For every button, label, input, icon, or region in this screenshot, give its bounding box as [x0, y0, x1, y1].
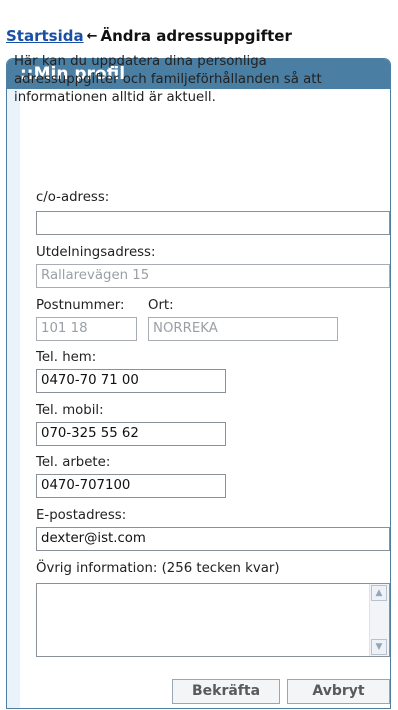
page-title: Ändra adressuppgifter	[100, 27, 292, 45]
arrow-left-icon: ←	[86, 29, 98, 44]
tel-mobile-input[interactable]: 070-325 55 62	[36, 422, 226, 446]
scroll-up-icon[interactable]: ▲	[371, 585, 387, 601]
email-input[interactable]: dexter@ist.com	[36, 527, 390, 551]
breadcrumb-home-link[interactable]: Startsida	[6, 27, 84, 45]
tel-mobile-label: Tel. mobil:	[36, 403, 104, 418]
tel-home-input[interactable]: 0470-70 71 00	[36, 369, 226, 393]
textarea-scrollbar[interactable]: ▲ ▼	[369, 584, 389, 656]
co-address-input[interactable]	[36, 211, 390, 235]
other-info-textarea[interactable]: ▲ ▼	[36, 583, 390, 657]
tel-work-input[interactable]: 0470-707100	[36, 474, 226, 498]
postal-code-input[interactable]: 101 18	[36, 317, 137, 341]
co-address-label: c/o-adress:	[36, 190, 110, 205]
breadcrumb: Startsida ← Ändra adressuppgifter	[6, 27, 292, 45]
city-label: Ort:	[148, 298, 174, 313]
postal-code-label: Postnummer:	[36, 298, 125, 313]
cancel-button[interactable]: Avbryt	[287, 679, 390, 704]
confirm-button[interactable]: Bekräfta	[172, 679, 280, 704]
street-address-label: Utdelningsadress:	[36, 245, 156, 260]
city-input[interactable]: NORREKA	[148, 317, 338, 341]
street-address-input[interactable]: Rallarevägen 15	[36, 264, 390, 288]
tel-work-label: Tel. arbete:	[36, 455, 111, 470]
intro-text: Här kan du uppdatera dina personliga adr…	[14, 54, 322, 105]
tel-home-label: Tel. hem:	[36, 350, 97, 365]
scroll-down-icon[interactable]: ▼	[371, 639, 387, 655]
other-info-label: Övrig information: (256 tecken kvar)	[36, 561, 280, 576]
email-label: E-postadress:	[36, 508, 127, 523]
